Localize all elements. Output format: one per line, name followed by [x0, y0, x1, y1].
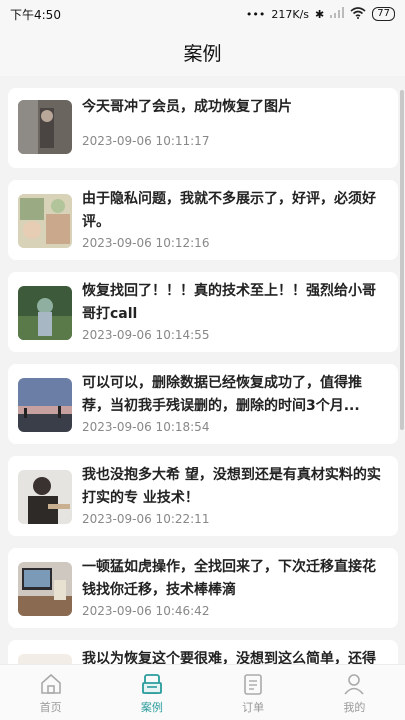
tab-label: 案例	[140, 700, 163, 714]
status-bar: 下午4:50 ••• 217K/s ✱ 77	[0, 0, 405, 28]
case-thumbnail	[18, 194, 72, 248]
status-icons: ••• 217K/s ✱ 77	[245, 6, 395, 22]
clock: 下午4:50	[10, 7, 61, 22]
tab-label: 订单	[242, 700, 265, 714]
case-time: 2023-09-06 10:12:16	[82, 236, 210, 250]
case-icon	[141, 673, 162, 694]
case-text: 一顿猛如虎操作，全找回来了，下次迁移直接花钱找你迁移，技术棒棒滴	[82, 559, 376, 598]
battery-indicator: 77	[372, 7, 395, 21]
case-thumbnail	[18, 378, 72, 432]
case-text: 我也没抱多大希 望，没想到还是有真材实料的实打实的专 业技术！	[82, 467, 381, 506]
wifi-icon	[350, 6, 366, 22]
tab-order[interactable]: 订单	[203, 665, 304, 720]
case-text: 可以可以，删除数据已经恢复成功了，值得推荐，当初我手残误删的，删除的时间3个月.…	[82, 375, 362, 414]
page-title: 案例	[183, 42, 222, 65]
case-card[interactable]: 由于隐私问题，我就不多展示了，好评，必须好评。 2023-09-06 10:12…	[8, 180, 398, 260]
case-time: 2023-09-06 10:11:17	[82, 134, 210, 148]
case-time: 2023-09-06 10:14:55	[82, 328, 210, 342]
case-card[interactable]: 恢复找回了！！！真的技术至上！！强烈给小哥哥打call 2023-09-06 1…	[8, 272, 398, 352]
bottom-tab-bar: 首页 案例 订单 我的	[0, 664, 405, 720]
case-text: 由于隐私问题，我就不多展示了，好评，必须好评。	[82, 191, 376, 230]
case-card[interactable]: 我也没抱多大希 望，没想到还是有真材实料的实打实的专 业技术！ 2023-09-…	[8, 456, 398, 536]
case-thumbnail	[18, 470, 72, 524]
case-thumbnail	[18, 562, 72, 616]
tab-home[interactable]: 首页	[0, 665, 101, 720]
page-header: 案例	[0, 28, 405, 76]
case-text: 我以为恢复这个要很难，没想到这么简单，还得找专业的	[82, 651, 376, 664]
tab-label: 我的	[343, 700, 366, 714]
tab-case[interactable]: 案例	[101, 665, 202, 720]
order-icon	[244, 673, 262, 695]
bluetooth-icon: ✱	[315, 7, 325, 21]
home-icon	[40, 673, 61, 694]
network-speed: 217K/s	[271, 7, 310, 21]
case-card[interactable]: 可以可以，删除数据已经恢复成功了，值得推荐，当初我手残误删的，删除的时间3个月.…	[8, 364, 398, 444]
tab-label: 首页	[39, 700, 62, 714]
scrollbar[interactable]	[400, 90, 404, 430]
case-list[interactable]: 今天哥冲了会员，成功恢复了图片 2023-09-06 10:11:17 由于隐私…	[0, 76, 405, 664]
case-card[interactable]: 一顿猛如虎操作，全找回来了，下次迁移直接花钱找你迁移，技术棒棒滴 2023-09…	[8, 548, 398, 628]
more-dots-icon: •••	[245, 7, 266, 21]
case-time: 2023-09-06 10:18:54	[82, 420, 210, 434]
case-thumbnail	[18, 100, 72, 154]
case-card[interactable]: 今天哥冲了会员，成功恢复了图片 2023-09-06 10:11:17	[8, 88, 398, 168]
case-thumbnail	[18, 654, 72, 664]
case-time: 2023-09-06 10:22:11	[82, 512, 210, 526]
profile-icon	[344, 673, 364, 695]
case-text: 今天哥冲了会员，成功恢复了图片	[82, 99, 292, 115]
tab-profile[interactable]: 我的	[304, 665, 405, 720]
case-time: 2023-09-06 10:46:42	[82, 604, 210, 618]
case-text: 恢复找回了！！！真的技术至上！！强烈给小哥哥打call	[82, 283, 376, 322]
signal-icon	[330, 7, 345, 21]
case-thumbnail	[18, 286, 72, 340]
case-card[interactable]: 我以为恢复这个要很难，没想到这么简单，还得找专业的	[8, 640, 398, 664]
